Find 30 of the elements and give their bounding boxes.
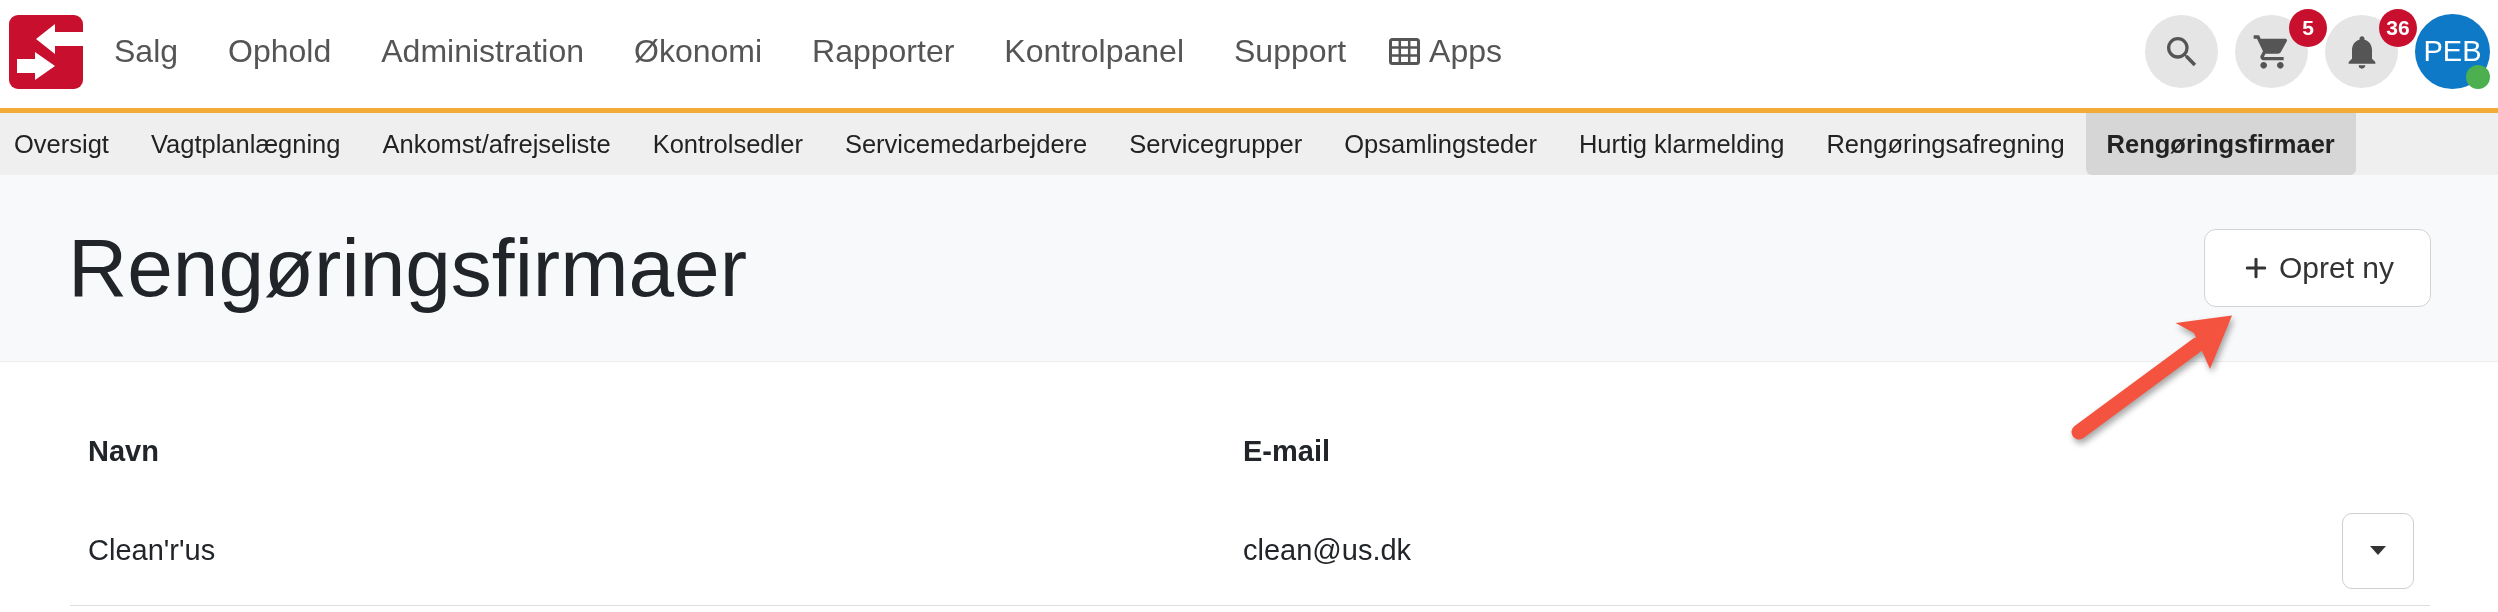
- user-avatar[interactable]: PEB: [2415, 14, 2490, 89]
- sub-nav-tab[interactable]: Ankomst/afrejseliste: [361, 113, 632, 175]
- cart-count: 5: [2289, 9, 2327, 47]
- nav-link[interactable]: Support: [1234, 33, 1347, 70]
- nav-link[interactable]: Administration: [381, 33, 584, 70]
- column-header: E-mail: [1242, 434, 1332, 468]
- sub-nav-tab[interactable]: Vagtplanlægning: [129, 113, 362, 175]
- sub-nav-tab[interactable]: Servicegrupper: [1108, 113, 1324, 175]
- sub-nav-tab[interactable]: Kontrolsedler: [631, 113, 824, 175]
- sub-nav-tab[interactable]: Rengøringsafregning: [1805, 113, 2086, 175]
- nav-link[interactable]: Salg: [114, 33, 179, 70]
- table-cell-text: Clean'r'us: [87, 534, 217, 567]
- sub-nav-tab[interactable]: Oversigt: [0, 113, 130, 175]
- notification-count: 36: [2379, 9, 2417, 47]
- grid-icon: [1389, 38, 1421, 65]
- apps-menu[interactable]: Apps: [1389, 33, 1503, 70]
- column-header: Navn: [87, 434, 160, 468]
- nav-link[interactable]: Ophold: [228, 33, 332, 70]
- caret-icon: [2370, 546, 2386, 555]
- table-cell-text: clean@us.dk: [1242, 534, 1413, 567]
- create-new-button[interactable]: Opret ny: [2204, 229, 2431, 307]
- nav-link[interactable]: Økonomi: [634, 33, 763, 70]
- nav-link[interactable]: Rapporter: [812, 33, 955, 70]
- sub-nav-tab[interactable]: Rengøringsfirmaer: [2085, 113, 2356, 175]
- sub-nav-tab[interactable]: Opsamlingsteder: [1323, 113, 1558, 175]
- sub-nav-tab[interactable]: Servicemedarbejdere: [823, 113, 1109, 175]
- nav-link[interactable]: Kontrolpanel: [1004, 33, 1184, 70]
- sub-nav-tab[interactable]: Hurtig klarmelding: [1557, 113, 1806, 175]
- logo-icon[interactable]: [9, 14, 83, 89]
- page-title: Rengøringsfirmaer: [68, 221, 747, 315]
